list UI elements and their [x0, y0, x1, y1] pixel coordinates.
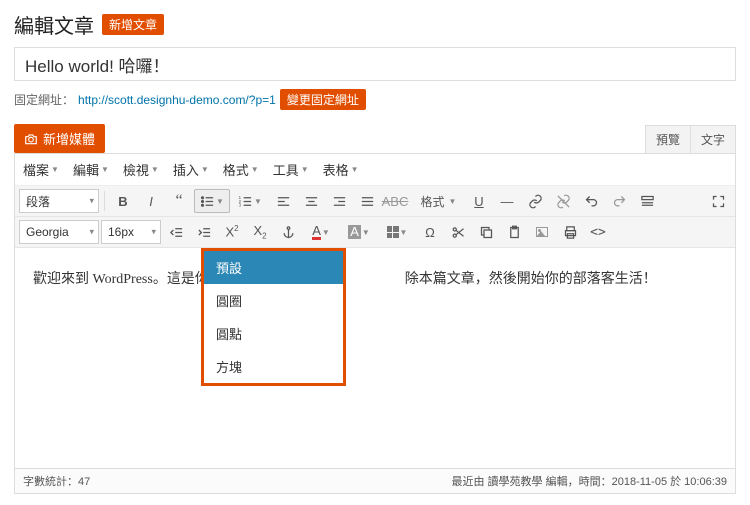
- image-icon: [536, 227, 548, 237]
- permalink-label: 固定網址：: [14, 91, 74, 108]
- undo-icon: [584, 194, 599, 209]
- last-edit-info: 最近由 讀學苑教學 編輯，時間：2018-11-05 於 10:06:39: [452, 473, 728, 489]
- print-button[interactable]: [557, 220, 583, 244]
- font-family-select[interactable]: Georgia: [19, 220, 99, 244]
- menu-view[interactable]: 檢視▼: [123, 160, 159, 179]
- indent-button[interactable]: [191, 220, 217, 244]
- tab-visual[interactable]: 預覽: [645, 125, 690, 153]
- align-justify-icon: [360, 194, 375, 209]
- anchor-button[interactable]: [275, 220, 301, 244]
- link-icon: [528, 194, 543, 209]
- text-color-button[interactable]: A▼: [303, 220, 339, 244]
- anchor-icon: [281, 225, 296, 240]
- align-justify-button[interactable]: [354, 189, 380, 213]
- editor-menubar: 檔案▼ 編輯▼ 檢視▼ 插入▼ 格式▼ 工具▼ 表格▼: [15, 154, 735, 186]
- word-count: 字數統計：47: [23, 473, 90, 489]
- numbered-list-icon: 123: [238, 194, 253, 209]
- image-button[interactable]: [529, 220, 555, 244]
- redo-icon: [612, 194, 627, 209]
- subscript-button[interactable]: X2: [247, 220, 273, 244]
- italic-button[interactable]: I: [138, 189, 164, 213]
- camera-icon: [24, 132, 38, 146]
- menu-edit[interactable]: 編輯▼: [73, 160, 109, 179]
- menu-table[interactable]: 表格▼: [323, 160, 359, 179]
- styles-button[interactable]: 格式▼: [410, 189, 464, 213]
- copy-button[interactable]: [473, 220, 499, 244]
- outdent-icon: [169, 225, 184, 240]
- paste-icon: [507, 225, 522, 240]
- kitchen-sink-icon: [640, 194, 655, 209]
- align-right-button[interactable]: [326, 189, 352, 213]
- table-icon: [387, 226, 399, 238]
- post-title-input[interactable]: [14, 47, 736, 81]
- font-size-select[interactable]: 16px: [101, 220, 161, 244]
- fullscreen-icon: [711, 194, 726, 209]
- cut-button[interactable]: [445, 220, 471, 244]
- editor-content-area[interactable]: 預設 圓圈 圓點 方塊 歡迎來到 WordPress。這是你 除本篇文章，然後開…: [15, 248, 735, 468]
- add-media-button[interactable]: 新增媒體: [14, 124, 105, 153]
- page-title: 編輯文章: [14, 10, 94, 39]
- post-body-text[interactable]: 歡迎來到 WordPress。這是你 除本篇文章，然後開始你的部落客生活！: [33, 268, 717, 288]
- unlink-button[interactable]: [550, 189, 576, 213]
- table-button[interactable]: ▼: [379, 220, 415, 244]
- list-style-default[interactable]: 預設: [204, 251, 343, 284]
- superscript-button[interactable]: X2: [219, 220, 245, 244]
- more-button[interactable]: [634, 189, 660, 213]
- underline-button[interactable]: U: [466, 189, 492, 213]
- print-icon: [563, 225, 578, 240]
- editor-status-bar: 字數統計：47 最近由 讀學苑教學 編輯，時間：2018-11-05 於 10:…: [14, 469, 736, 494]
- align-left-icon: [276, 194, 291, 209]
- fullscreen-button[interactable]: [705, 189, 731, 213]
- permalink-url[interactable]: http://scott.designhu-demo.com/?p=1: [78, 93, 276, 107]
- add-media-label: 新增媒體: [43, 129, 95, 148]
- menu-format[interactable]: 格式▼: [223, 160, 259, 179]
- menu-tools[interactable]: 工具▼: [273, 160, 309, 179]
- block-format-select[interactable]: 段落: [19, 189, 99, 213]
- redo-button[interactable]: [606, 189, 632, 213]
- list-style-circle[interactable]: 圓圈: [204, 284, 343, 317]
- hr-button[interactable]: —: [494, 189, 520, 213]
- list-style-disc[interactable]: 圓點: [204, 317, 343, 350]
- copy-icon: [479, 225, 494, 240]
- bullet-list-button[interactable]: ▼: [194, 189, 230, 213]
- paste-button[interactable]: [501, 220, 527, 244]
- bullet-list-icon: [200, 194, 215, 209]
- blockquote-button[interactable]: “: [166, 189, 192, 213]
- add-new-post-button[interactable]: 新增文章: [102, 14, 164, 35]
- indent-icon: [197, 225, 212, 240]
- toolbar-row-1: 段落 B I “ ▼ 123▼ ABC 格式▼ U —: [15, 186, 735, 217]
- menu-insert[interactable]: 插入▼: [173, 160, 209, 179]
- unlink-icon: [556, 194, 571, 209]
- svg-text:3: 3: [239, 202, 242, 207]
- align-right-icon: [332, 194, 347, 209]
- link-button[interactable]: [522, 189, 548, 213]
- numbered-list-button[interactable]: 123▼: [232, 189, 268, 213]
- align-center-icon: [304, 194, 319, 209]
- change-permalink-button[interactable]: 變更固定網址: [280, 89, 366, 110]
- source-code-button[interactable]: <>: [585, 220, 611, 244]
- strikethrough-button[interactable]: ABC: [382, 189, 408, 213]
- bg-color-button[interactable]: A▼: [341, 220, 377, 244]
- toolbar-row-2: Georgia 16px X2 X2 A▼ A▼ ▼ Ω <>: [15, 217, 735, 248]
- menu-file[interactable]: 檔案▼: [23, 160, 59, 179]
- special-char-button[interactable]: Ω: [417, 220, 443, 244]
- scissors-icon: [451, 225, 466, 240]
- outdent-button[interactable]: [163, 220, 189, 244]
- align-center-button[interactable]: [298, 189, 324, 213]
- tab-text[interactable]: 文字: [690, 125, 736, 153]
- undo-button[interactable]: [578, 189, 604, 213]
- list-style-square[interactable]: 方塊: [204, 350, 343, 383]
- align-left-button[interactable]: [270, 189, 296, 213]
- bold-button[interactable]: B: [110, 189, 136, 213]
- bullet-list-dropdown: 預設 圓圈 圓點 方塊: [201, 248, 346, 386]
